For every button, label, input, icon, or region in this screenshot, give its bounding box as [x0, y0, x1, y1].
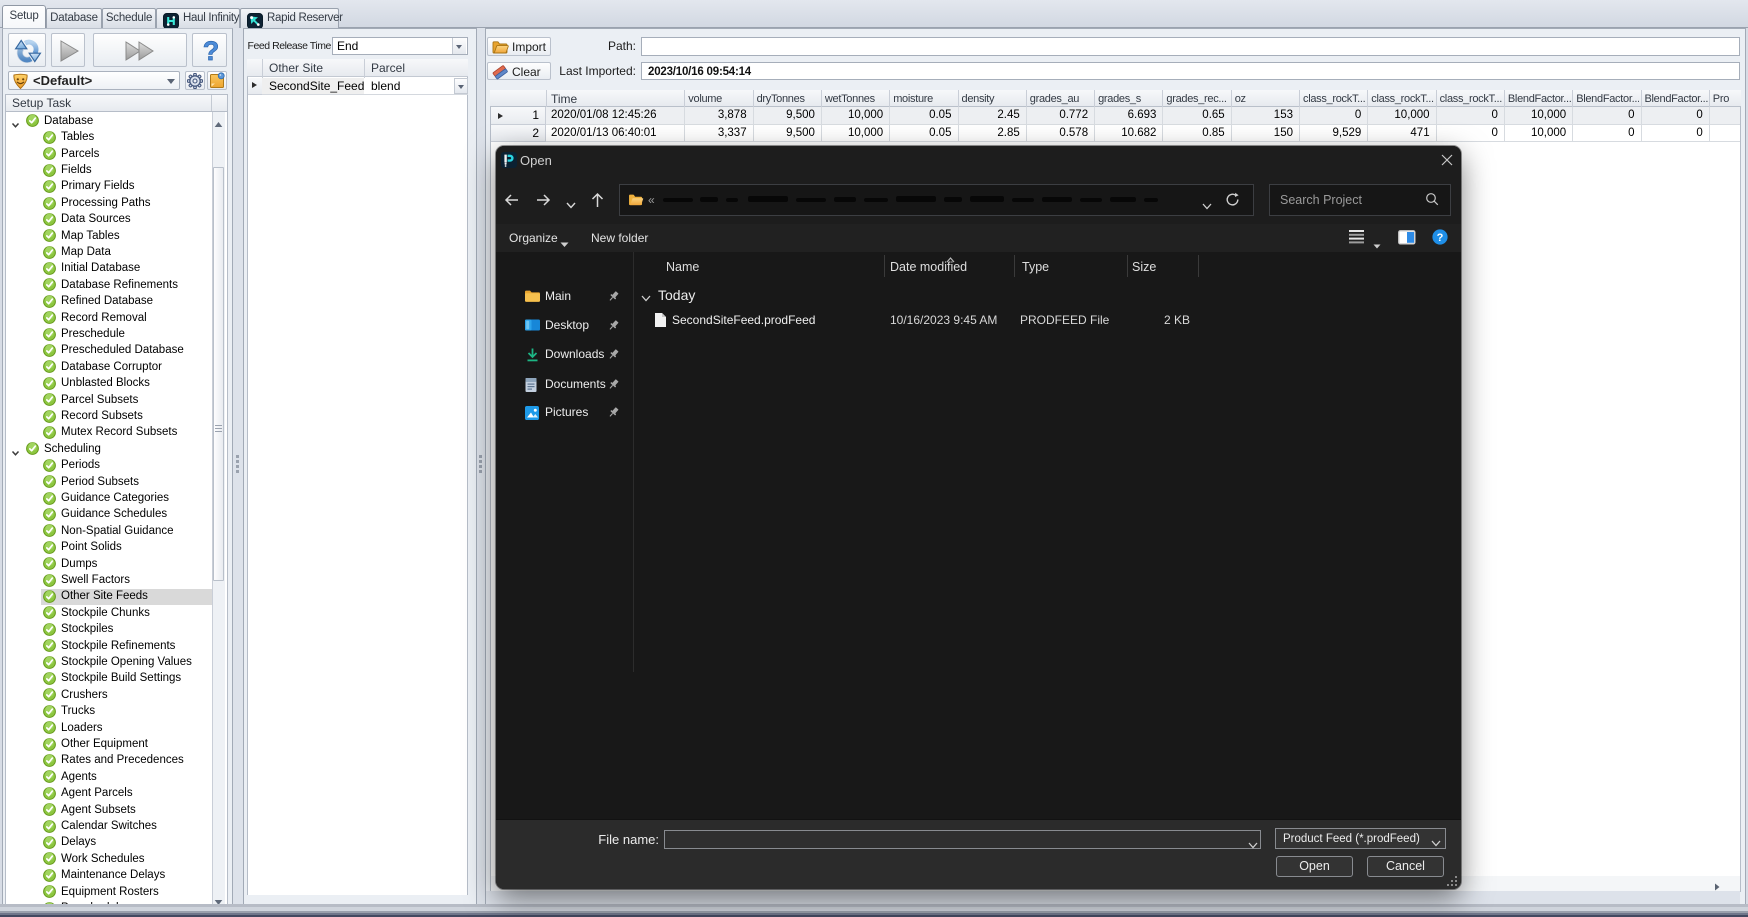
svg-text:?: ? — [203, 36, 220, 66]
svg-text:?: ? — [1437, 232, 1444, 244]
